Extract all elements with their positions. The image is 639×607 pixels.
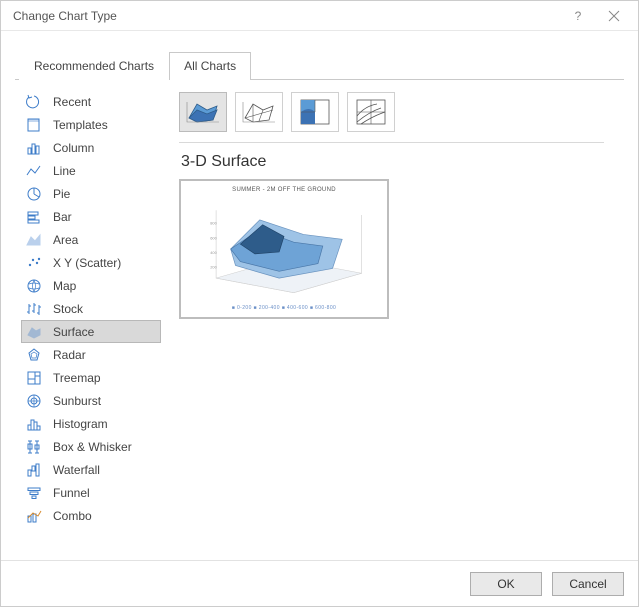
templates-icon [25, 116, 43, 134]
recent-icon [25, 93, 43, 111]
category-stock[interactable]: Stock [21, 297, 161, 320]
preview-plot-area: 800 600 400 200 [187, 193, 381, 305]
category-label: Histogram [53, 417, 108, 431]
main-panel: 3-D Surface SUMMER - 2M OFF THE GROUND 8… [179, 90, 624, 550]
histogram-icon [25, 415, 43, 433]
close-button[interactable] [596, 2, 632, 30]
sunburst-icon [25, 392, 43, 410]
category-templates[interactable]: Templates [21, 113, 161, 136]
category-label: Templates [53, 118, 108, 132]
category-column[interactable]: Column [21, 136, 161, 159]
subtype-row [179, 90, 604, 143]
category-label: Funnel [53, 486, 90, 500]
category-xy-scatter[interactable]: X Y (Scatter) [21, 251, 161, 274]
column-icon [25, 139, 43, 157]
svg-text:200: 200 [210, 264, 216, 269]
category-label: Map [53, 279, 76, 293]
surface-icon [25, 323, 43, 341]
subtype-contour[interactable] [291, 92, 339, 132]
ok-button[interactable]: OK [470, 572, 542, 596]
help-button[interactable]: ? [560, 2, 596, 30]
surface-3d-icon [183, 96, 223, 128]
category-label: Radar [53, 348, 86, 362]
contour-icon [295, 96, 335, 128]
tab-all-charts[interactable]: All Charts [169, 52, 251, 80]
category-label: Sunburst [53, 394, 101, 408]
change-chart-type-dialog: Change Chart Type ? Recommended Charts A… [0, 0, 639, 607]
category-surface[interactable]: Surface [21, 320, 161, 343]
preview-legend: ■ 0-200 ■ 200-400 ■ 400-600 ■ 600-800 [232, 305, 336, 311]
map-icon [25, 277, 43, 295]
category-label: Treemap [53, 371, 101, 385]
waterfall-icon [25, 461, 43, 479]
category-label: Column [53, 141, 94, 155]
svg-text:400: 400 [210, 250, 216, 255]
cancel-button[interactable]: Cancel [552, 572, 624, 596]
dialog-body: Recommended Charts All Charts Recent Tem… [1, 31, 638, 560]
category-label: Line [53, 164, 76, 178]
category-bar[interactable]: Bar [21, 205, 161, 228]
combo-icon [25, 507, 43, 525]
tab-strip: Recommended Charts All Charts [19, 51, 624, 79]
category-treemap[interactable]: Treemap [21, 366, 161, 389]
chart-preview[interactable]: SUMMER - 2M OFF THE GROUND 800 600 400 2… [179, 179, 389, 319]
subtype-3d-surface[interactable] [179, 92, 227, 132]
bar-icon [25, 208, 43, 226]
category-label: Recent [53, 95, 91, 109]
titlebar: Change Chart Type ? [1, 1, 638, 31]
category-label: Surface [53, 325, 94, 339]
category-radar[interactable]: Radar [21, 343, 161, 366]
category-line[interactable]: Line [21, 159, 161, 182]
category-area[interactable]: Area [21, 228, 161, 251]
category-sunburst[interactable]: Sunburst [21, 389, 161, 412]
preview-surface-icon: 800 600 400 200 [187, 193, 381, 305]
category-funnel[interactable]: Funnel [21, 481, 161, 504]
subtype-wireframe-contour[interactable] [347, 92, 395, 132]
dialog-title: Change Chart Type [13, 9, 560, 23]
content-area: Recent Templates Column Line Pie [15, 80, 624, 550]
subtype-wireframe-3d-surface[interactable] [235, 92, 283, 132]
category-pie[interactable]: Pie [21, 182, 161, 205]
category-sidebar: Recent Templates Column Line Pie [21, 90, 161, 550]
category-label: Pie [53, 187, 70, 201]
category-label: Bar [53, 210, 72, 224]
wireframe-contour-icon [351, 96, 391, 128]
category-recent[interactable]: Recent [21, 90, 161, 113]
svg-text:800: 800 [210, 221, 216, 226]
category-combo[interactable]: Combo [21, 504, 161, 527]
category-label: Waterfall [53, 463, 100, 477]
radar-icon [25, 346, 43, 364]
subtype-title: 3-D Surface [181, 153, 624, 171]
category-histogram[interactable]: Histogram [21, 412, 161, 435]
treemap-icon [25, 369, 43, 387]
svg-text:600: 600 [210, 235, 216, 240]
area-icon [25, 231, 43, 249]
category-label: Box & Whisker [53, 440, 132, 454]
wireframe-surface-icon [239, 96, 279, 128]
pie-icon [25, 185, 43, 203]
category-box-whisker[interactable]: Box & Whisker [21, 435, 161, 458]
category-label: Combo [53, 509, 92, 523]
dialog-footer: OK Cancel [1, 560, 638, 606]
category-waterfall[interactable]: Waterfall [21, 458, 161, 481]
stock-icon [25, 300, 43, 318]
scatter-icon [25, 254, 43, 272]
category-label: X Y (Scatter) [53, 256, 121, 270]
line-icon [25, 162, 43, 180]
funnel-icon [25, 484, 43, 502]
category-map[interactable]: Map [21, 274, 161, 297]
tab-recommended[interactable]: Recommended Charts [19, 52, 169, 80]
category-label: Area [53, 233, 78, 247]
close-icon [608, 10, 620, 22]
box-whisker-icon [25, 438, 43, 456]
category-label: Stock [53, 302, 83, 316]
